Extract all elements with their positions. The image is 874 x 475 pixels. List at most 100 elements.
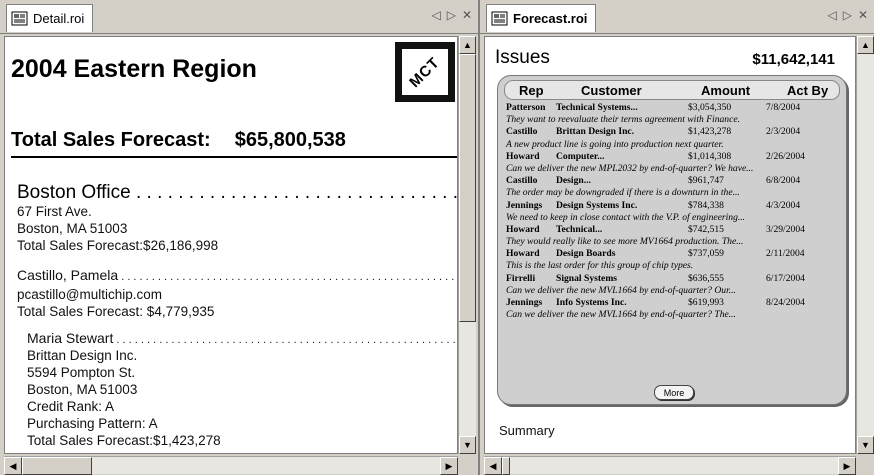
issues-header: Rep Customer Amount Act By <box>504 80 840 100</box>
forecast-horizontal-scrollbar[interactable]: ◀ ▶ <box>484 456 856 475</box>
summary-label: Summary <box>499 423 555 438</box>
col-act-by: Act By <box>787 83 829 98</box>
tab-prev-icon[interactable]: ◁ <box>431 8 440 22</box>
scroll-right-button[interactable]: ▶ <box>440 457 458 475</box>
issues-panel: Rep Customer Amount Act By Patterson Tech… <box>497 75 847 405</box>
customer-pattern: Purchasing Pattern: A <box>27 416 158 431</box>
issue-row[interactable]: Howard Design Boards $737,059 2/11/2004 <box>498 248 848 260</box>
close-icon[interactable]: ✕ <box>462 8 472 22</box>
scroll-up-button[interactable]: ▲ <box>857 36 874 54</box>
issue-note: Can we deliver the new MVL1664 by end-of… <box>506 284 736 296</box>
scroll-up-button[interactable]: ▲ <box>459 36 476 54</box>
issue-rep: Howard <box>506 150 540 162</box>
issue-amount: $737,059 <box>688 248 724 260</box>
detail-report: 2004 Eastern Region MCT Total Sales Fore… <box>4 36 458 454</box>
issue-row[interactable]: Castillo Design... $961,747 6/8/2004 <box>498 175 848 187</box>
issue-note-row: A new product line is going into product… <box>498 139 848 151</box>
rep-name-text: Castillo, Pamela <box>17 267 119 283</box>
close-icon[interactable]: ✕ <box>858 8 868 22</box>
issue-customer: Technical Systems... <box>556 102 638 113</box>
detail-pane: Detail.roi ◁ ▷ ✕ 2004 Eastern Region MCT… <box>0 0 478 475</box>
tab-next-icon[interactable]: ▷ <box>843 8 852 22</box>
total-value: $65,800,538 <box>234 129 346 151</box>
issue-note: Can we deliver the new MVL1664 by end-of… <box>506 309 736 321</box>
issue-note-row: This is the last order for this group of… <box>498 260 848 272</box>
customer-street: 5594 Pompton St. <box>27 365 136 380</box>
forecast-report: Issues $11,642,141 Rep Customer Amount A… <box>484 36 856 454</box>
hscroll-thumb[interactable] <box>22 457 92 475</box>
issue-note-row: Can we deliver the new MVL1664 by end-of… <box>498 309 848 321</box>
issue-date: 6/8/2004 <box>766 175 801 187</box>
scroll-left-button[interactable]: ◀ <box>484 457 502 475</box>
detail-horizontal-scrollbar[interactable]: ◀ ▶ <box>4 456 458 475</box>
detail-vertical-scrollbar[interactable]: ▲ ▼ <box>458 36 476 454</box>
divider <box>11 156 457 158</box>
issue-note: The order may be downgraded if there is … <box>506 187 740 199</box>
forecast-pane: Forecast.roi ◁ ▷ ✕ Issues $11,642,141 Re… <box>478 0 874 475</box>
issue-amount: $742,515 <box>688 223 724 235</box>
issue-date: 8/24/2004 <box>766 297 805 308</box>
issue-date: 2/3/2004 <box>766 126 801 138</box>
forecast-vertical-scrollbar[interactable]: ▲ ▼ <box>856 36 874 454</box>
scroll-down-button[interactable]: ▼ <box>459 436 476 454</box>
issue-note-row: We need to keep in close contact with th… <box>498 212 848 224</box>
more-button[interactable]: More <box>654 385 694 400</box>
customer-forecast: Total Sales Forecast:$1,423,278 <box>27 433 221 448</box>
detail-tabbar: Detail.roi ◁ ▷ ✕ <box>0 0 478 34</box>
office-title-text: Boston Office <box>17 182 131 203</box>
issue-customer: Design... <box>556 175 591 187</box>
issue-note: They want to reevaluate their terms agre… <box>506 114 741 126</box>
office-address1: 67 First Ave. <box>17 204 92 219</box>
hscroll-thumb[interactable] <box>502 457 510 475</box>
issue-customer: Info Systems Inc. <box>556 297 627 308</box>
issue-note-row: Can we deliver the new MPL2032 by end-of… <box>498 163 848 175</box>
issue-date: 3/29/2004 <box>766 223 805 235</box>
issue-customer: Technical... <box>556 223 603 235</box>
issue-row[interactable]: Firrelli Signal Systems $636,555 6/17/2004 <box>498 273 848 285</box>
issue-row[interactable]: Howard Computer... $1,014,308 2/26/2004 <box>498 151 848 163</box>
scroll-right-button[interactable]: ▶ <box>838 457 856 475</box>
customer-company: Brittan Design Inc. <box>27 348 138 363</box>
office-title: Boston Office <box>17 182 457 204</box>
issue-row[interactable]: Jennings Info Systems Inc. $619,993 8/24/20… <box>498 297 848 309</box>
customer-contact-text: Maria Stewart <box>27 330 114 346</box>
issue-rep: Jennings <box>506 297 543 308</box>
issue-date: 7/8/2004 <box>766 102 801 113</box>
rep-name: Castillo, Pamela <box>17 267 457 283</box>
scroll-down-button[interactable]: ▼ <box>857 436 874 454</box>
scroll-thumb[interactable] <box>459 54 476 322</box>
tab-prev-icon[interactable]: ◁ <box>827 8 836 22</box>
rep-forecast: Total Sales Forecast: $4,779,935 <box>17 304 215 319</box>
region-title: 2004 Eastern Region <box>11 55 257 83</box>
issue-amount: $784,338 <box>688 199 724 211</box>
tab-next-icon[interactable]: ▷ <box>447 8 456 22</box>
issue-rep: Castillo <box>506 126 538 138</box>
forecast-tabbar: Forecast.roi ◁ ▷ ✕ <box>480 0 874 34</box>
issue-note: We need to keep in close contact with th… <box>506 211 746 223</box>
issues-list: Patterson Technical Systems... $3,054,350 7… <box>498 102 848 321</box>
issue-row[interactable]: Jennings Design Systems Inc. $784,338 4/3/2… <box>498 200 848 212</box>
issues-title: Issues <box>495 47 550 68</box>
issue-customer: Design Boards <box>556 248 616 260</box>
issue-date: 2/11/2004 <box>766 248 805 260</box>
tab-detail[interactable]: Detail.roi <box>6 4 94 32</box>
tab-forecast-label: Forecast.roi <box>513 11 588 26</box>
scroll-left-button[interactable]: ◀ <box>4 457 22 475</box>
col-customer: Customer <box>581 83 642 98</box>
issue-rep: Firrelli <box>506 272 536 284</box>
total-label: Total Sales Forecast: <box>11 129 211 151</box>
issue-amount: $636,555 <box>688 272 724 284</box>
issue-row[interactable]: Howard Technical... $742,515 3/29/2004 <box>498 224 848 236</box>
issue-amount: $1,423,278 <box>688 126 732 138</box>
total-forecast: Total Sales Forecast: $65,800,538 <box>11 129 457 152</box>
issue-amount: $1,014,308 <box>688 150 732 162</box>
issue-row[interactable]: Patterson Technical Systems... $3,054,350 7… <box>498 102 848 114</box>
detail-tab-controls: ◁ ▷ ✕ <box>431 8 472 22</box>
issue-row[interactable]: Castillo Brittan Design Inc. $1,423,278 2/3… <box>498 126 848 138</box>
issue-note-row: Can we deliver the new MVL1664 by end-of… <box>498 285 848 297</box>
report-icon <box>491 11 508 25</box>
office-forecast: Total Sales Forecast:$26,186,998 <box>17 238 219 253</box>
issue-customer: Design Systems Inc. <box>556 199 638 211</box>
tab-forecast[interactable]: Forecast.roi <box>486 4 597 32</box>
report-icon <box>11 11 28 25</box>
